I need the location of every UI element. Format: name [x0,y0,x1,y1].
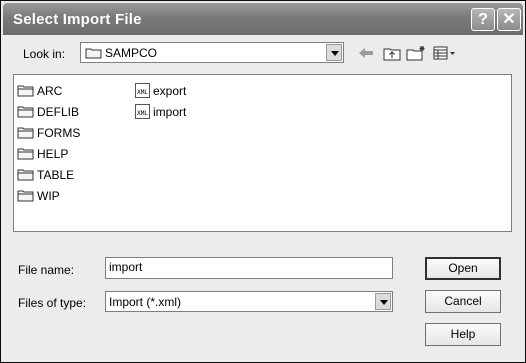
file-name-input[interactable]: import [105,257,393,279]
view-menu-icon[interactable] [432,43,458,63]
list-item-folder[interactable]: FORMS [17,124,80,141]
look-in-value: SAMPCO [105,46,158,60]
help-button[interactable]: Help [425,323,501,346]
look-in-label: Look in: [23,47,66,61]
list-item-label: FORMS [37,125,81,140]
dialog-title: Select Import File [13,11,142,28]
back-icon[interactable] [356,43,376,63]
list-item-folder[interactable]: ARC [17,82,62,99]
title-bar[interactable]: Select Import File ? ✕ [3,3,523,35]
cancel-button[interactable]: Cancel [425,290,501,313]
list-item-file[interactable]: XML export [135,82,186,99]
look-in-dropdown[interactable]: SAMPCO [80,42,344,63]
list-item-label: HELP [37,146,69,161]
file-type-dropdown[interactable]: Import (*.xml) [105,291,393,312]
dialog-window: Select Import File ? ✕ Look in: SAMPCO A… [0,0,526,363]
list-item-label: DEFLIB [37,104,80,119]
chevron-down-icon[interactable] [375,293,391,310]
file-name-label: File name: [18,263,75,277]
help-title-button[interactable]: ? [471,8,495,31]
chevron-down-icon[interactable] [326,44,342,61]
file-type-value: Import (*.xml) [109,295,181,309]
folder-icon [17,106,34,118]
up-folder-icon[interactable] [382,43,402,63]
folder-icon [17,85,34,97]
new-folder-icon[interactable] [406,43,426,63]
list-item-label: TABLE [37,167,75,182]
folder-icon [17,127,34,139]
close-button[interactable]: ✕ [497,8,521,31]
list-item-folder[interactable]: DEFLIB [17,103,79,120]
xml-file-icon: XML [135,83,150,98]
list-item-folder[interactable]: TABLE [17,166,74,183]
folder-icon [17,169,34,181]
list-item-file[interactable]: XML import [135,103,186,120]
list-item-label: export [153,83,187,98]
folder-icon [17,190,34,202]
open-button[interactable]: Open [425,257,501,280]
file-list[interactable]: ARC DEFLIB FORMS HELP TABLE WIP XML expo… [13,74,512,232]
list-item-label: WIP [37,188,60,203]
xml-file-icon: XML [135,104,150,119]
folder-icon [17,148,34,160]
list-item-label: import [153,104,187,119]
list-item-folder[interactable]: WIP [17,187,60,204]
folder-icon [85,48,102,59]
list-item-folder[interactable]: HELP [17,145,68,162]
list-item-label: ARC [37,83,63,98]
file-type-label: Files of type: [18,296,87,310]
